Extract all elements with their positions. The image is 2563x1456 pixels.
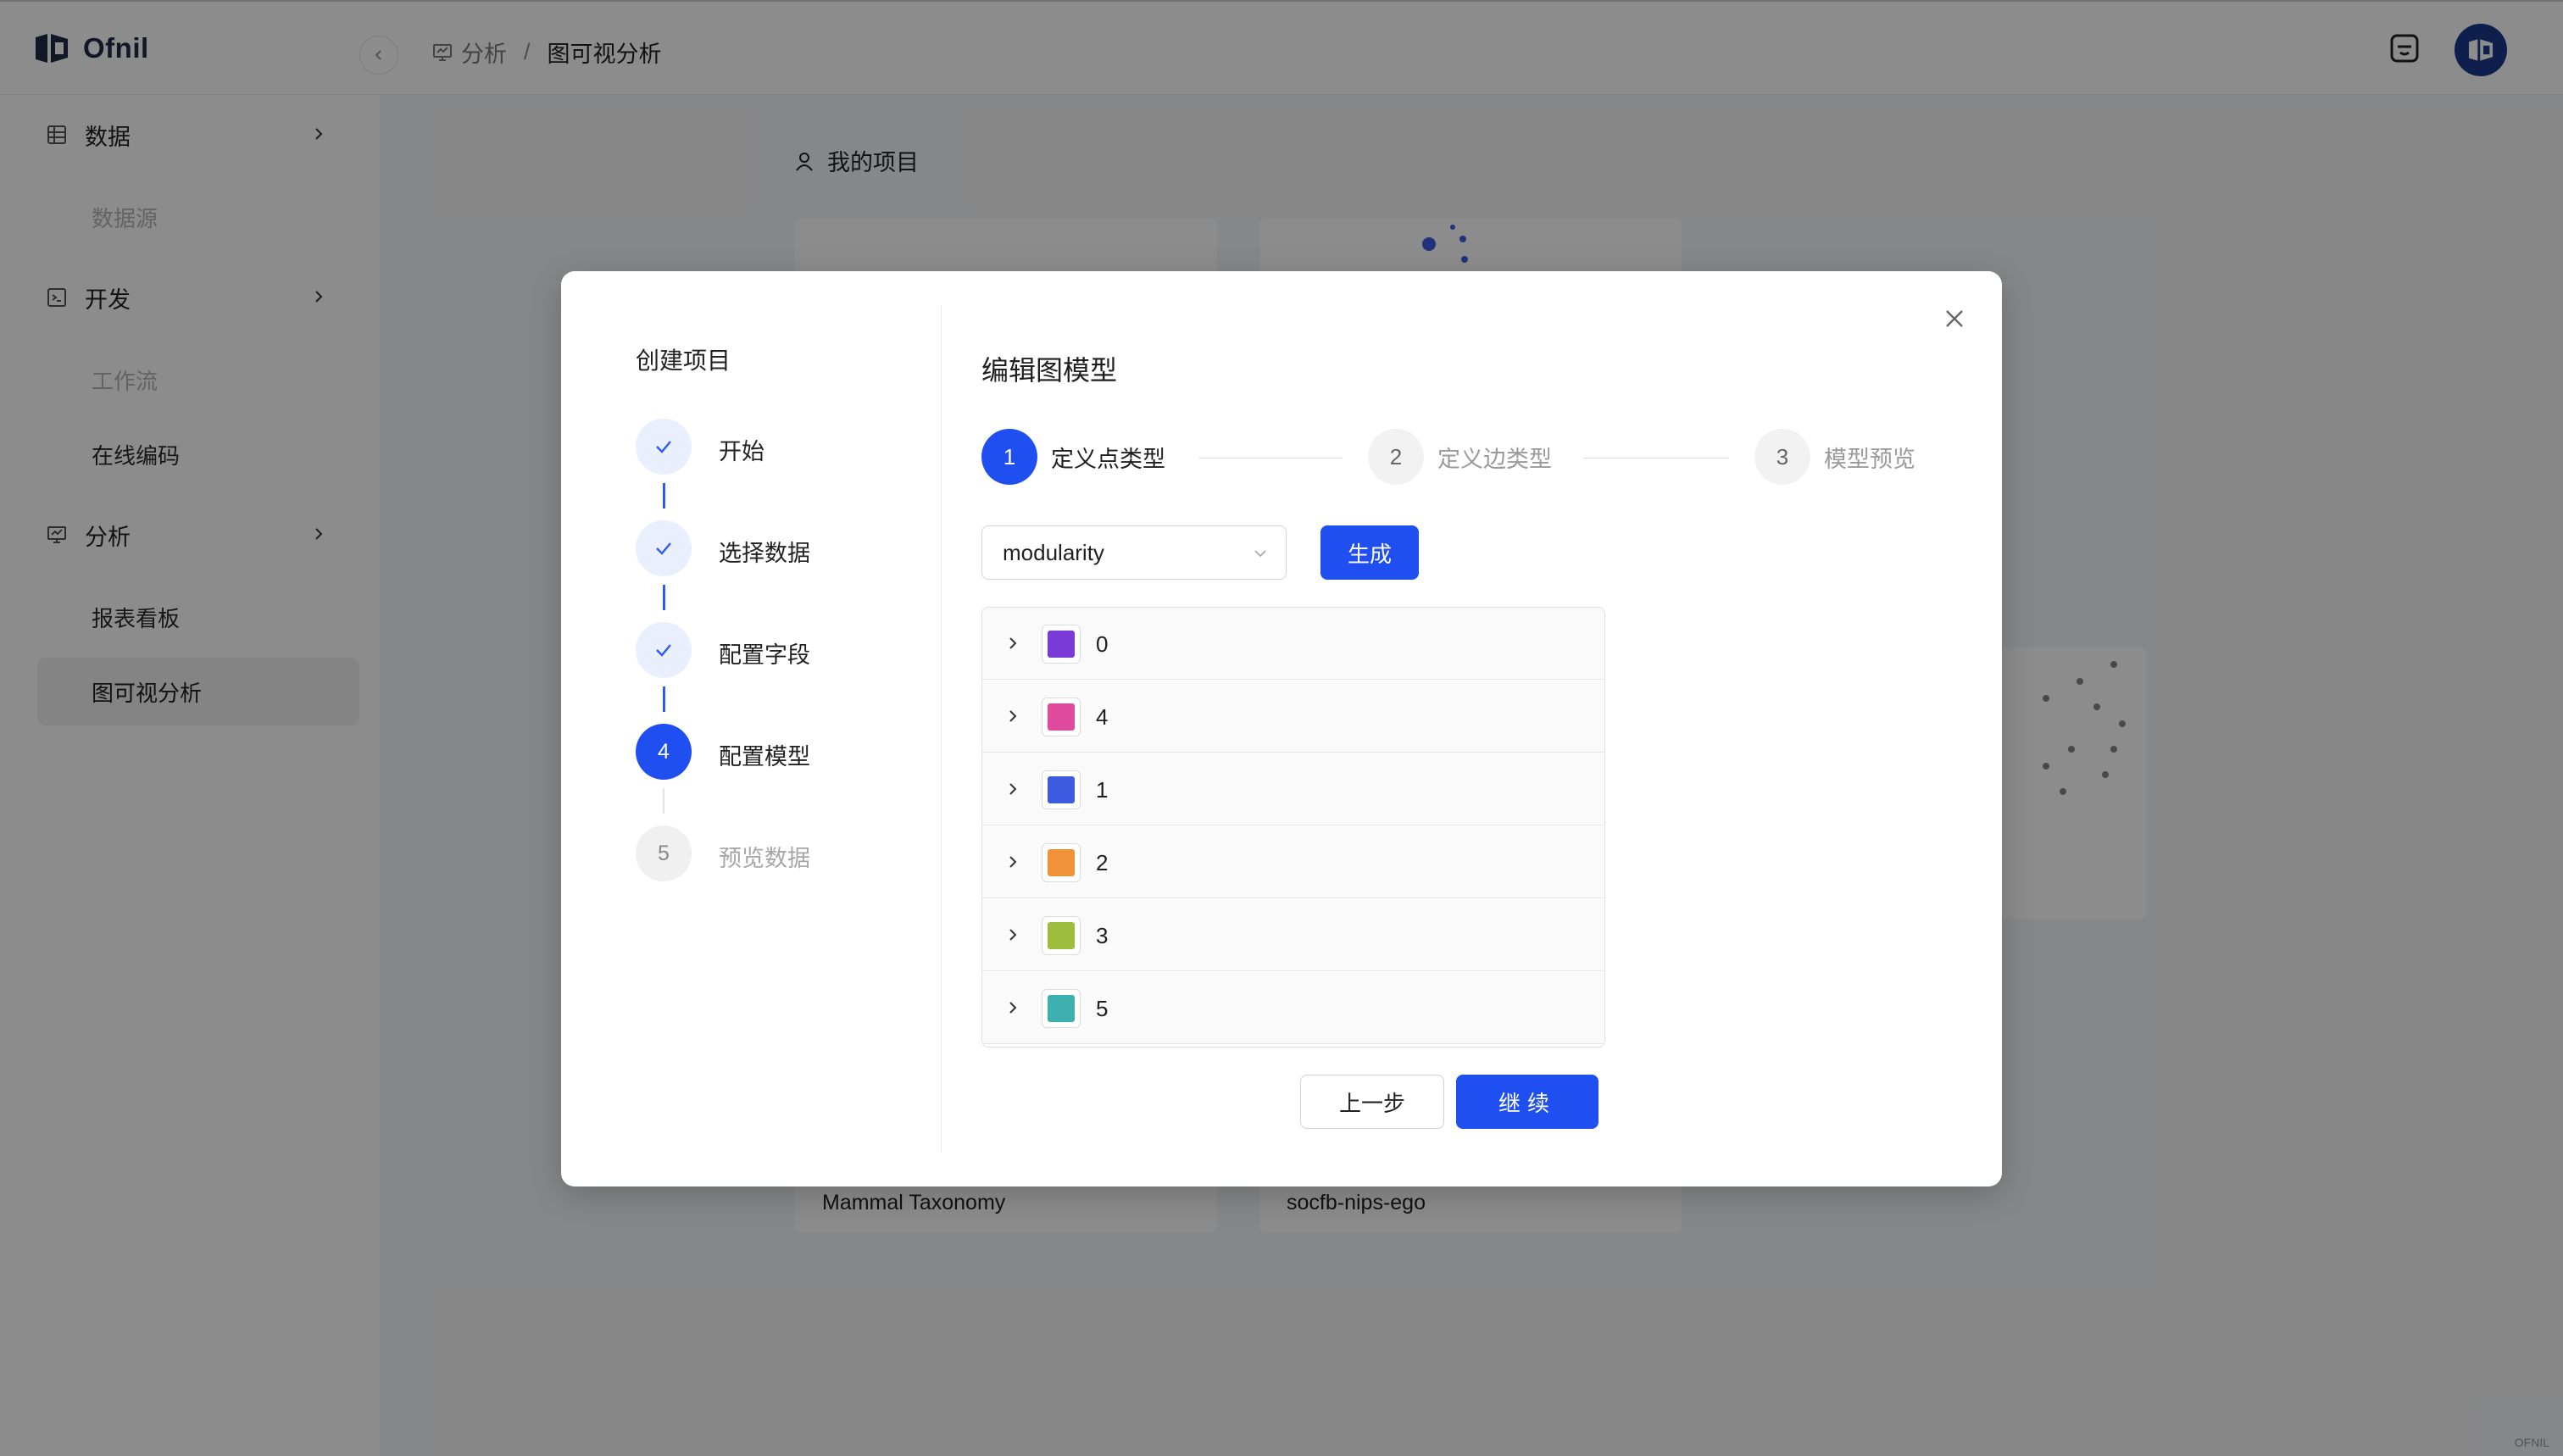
step-label: 配置字段: [719, 642, 810, 668]
color-picker[interactable]: [1042, 697, 1081, 736]
modal-divider: [941, 305, 942, 1153]
chevron-right-icon[interactable]: [1004, 999, 1021, 1016]
color-swatch: [1048, 776, 1075, 803]
color-picker[interactable]: [1042, 625, 1081, 664]
step-start: 开始: [636, 419, 907, 475]
substep-label: 定义点类型: [1051, 446, 1165, 472]
color-swatch: [1048, 922, 1075, 949]
previous-step-button[interactable]: 上一步: [1300, 1075, 1444, 1129]
chevron-right-icon[interactable]: [1004, 853, 1021, 870]
chevron-right-icon[interactable]: [1004, 926, 1021, 943]
step-done-circle: [636, 520, 692, 576]
step-config-model: 4 配置模型: [636, 724, 907, 780]
node-type-name: 4: [1096, 704, 1109, 730]
color-swatch: [1048, 995, 1075, 1022]
node-type-row[interactable]: 0: [982, 608, 1604, 680]
chevron-right-icon[interactable]: [1004, 708, 1021, 725]
substep-model-preview: 3 模型预览: [1754, 429, 1915, 485]
create-project-title: 创建项目: [636, 347, 731, 374]
node-type-name: 3: [1096, 923, 1109, 948]
node-type-name: 0: [1096, 631, 1109, 657]
substep-label: 定义边类型: [1437, 446, 1552, 472]
node-type-row[interactable]: 5: [982, 972, 1604, 1044]
chevron-right-icon[interactable]: [1004, 781, 1021, 797]
close-icon: [1946, 310, 1963, 327]
generate-button[interactable]: 生成: [1320, 525, 1419, 580]
color-swatch: [1048, 631, 1075, 658]
substep-circle: 3: [1754, 429, 1810, 485]
app-root: Ofnil 分析 / 图可视分析 数据 数据源 开发 工作流 在线编码 分析 报…: [0, 0, 2563, 1456]
substep-circle: 1: [981, 429, 1037, 485]
step-connector: [663, 483, 665, 508]
edit-model-title: 编辑图模型: [981, 355, 1118, 386]
chevron-down-icon: [1254, 550, 1266, 558]
continue-button[interactable]: 继续: [1456, 1075, 1598, 1129]
step-current-circle: 4: [636, 724, 692, 780]
close-button[interactable]: [1938, 302, 1971, 336]
step-connector: [663, 686, 665, 712]
step-wait-circle: 5: [636, 825, 692, 881]
step-done-circle: [636, 622, 692, 678]
node-type-name: 2: [1096, 850, 1109, 875]
node-type-row[interactable]: 2: [982, 826, 1604, 898]
chevron-right-icon[interactable]: [1004, 635, 1021, 652]
step-label: 配置模型: [719, 744, 810, 770]
step-config-fields: 配置字段: [636, 622, 907, 678]
step-done-circle: [636, 419, 692, 475]
color-picker[interactable]: [1042, 916, 1081, 955]
step-preview-data: 5 预览数据: [636, 825, 907, 881]
check-icon: [656, 644, 671, 657]
color-swatch: [1048, 849, 1075, 876]
step-connector: [663, 788, 664, 814]
node-type-field-select[interactable]: modularity: [981, 525, 1287, 580]
check-icon: [656, 542, 671, 555]
color-swatch: [1048, 703, 1075, 731]
create-project-modal: 创建项目 开始 选择数据 配置字段 4 配置模型 5 预览数据 编辑图模型 1 …: [561, 271, 2002, 1186]
check-icon: [656, 441, 671, 453]
select-value: modularity: [1003, 539, 1104, 565]
node-type-row[interactable]: 3: [982, 899, 1604, 971]
node-type-list: 0 4 1 2 3 5: [981, 607, 1605, 1048]
substep-define-edge: 2 定义边类型: [1368, 429, 1552, 485]
substep-label: 模型预览: [1824, 446, 1915, 472]
node-type-name: 5: [1096, 996, 1109, 1021]
color-picker[interactable]: [1042, 770, 1081, 809]
color-picker[interactable]: [1042, 843, 1081, 882]
step-select-data: 选择数据: [636, 520, 907, 576]
substep-circle: 2: [1368, 429, 1424, 485]
node-type-row[interactable]: 4: [982, 681, 1604, 753]
step-label: 选择数据: [719, 541, 810, 566]
step-connector: [663, 585, 665, 610]
step-label: 开始: [719, 439, 764, 464]
node-type-name: 1: [1096, 777, 1109, 803]
color-picker[interactable]: [1042, 989, 1081, 1028]
node-type-row[interactable]: 1: [982, 753, 1604, 825]
substep-define-node: 1 定义点类型: [981, 429, 1165, 485]
step-label: 预览数据: [719, 846, 810, 871]
